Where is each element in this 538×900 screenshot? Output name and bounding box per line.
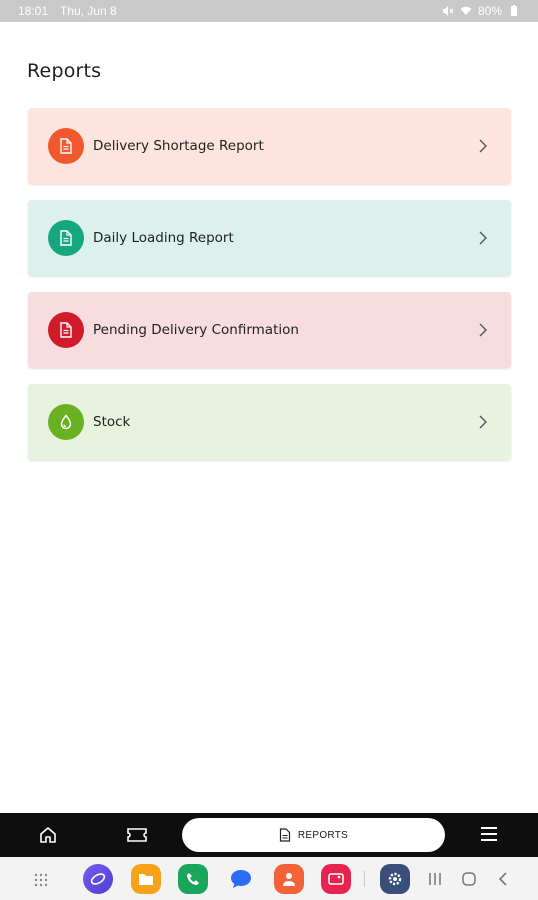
menu-icon[interactable]	[480, 826, 498, 842]
report-list: Delivery Shortage Report Daily Loading R…	[28, 108, 511, 476]
report-card-delivery-shortage[interactable]: Delivery Shortage Report	[28, 108, 511, 184]
report-label: Delivery Shortage Report	[93, 138, 264, 154]
document-icon	[60, 230, 72, 246]
status-date: Thu, Jun 8	[60, 4, 117, 18]
messages-icon[interactable]	[226, 864, 256, 894]
chevron-right-icon	[479, 139, 487, 153]
ticket-icon[interactable]	[126, 826, 148, 844]
report-badge	[48, 404, 84, 440]
recents-icon[interactable]	[428, 872, 442, 886]
settings-icon[interactable]	[380, 864, 410, 894]
files-icon[interactable]	[131, 864, 161, 894]
contacts-icon[interactable]	[274, 864, 304, 894]
wifi-icon	[460, 6, 472, 15]
chevron-right-icon	[479, 231, 487, 245]
chevron-right-icon	[479, 415, 487, 429]
phone-icon[interactable]	[178, 864, 208, 894]
chevron-right-icon	[479, 323, 487, 337]
report-card-stock[interactable]: Stock	[28, 384, 511, 460]
reports-icon	[279, 828, 290, 842]
report-badge	[48, 220, 84, 256]
battery-icon	[511, 5, 517, 16]
report-label: Stock	[93, 414, 131, 430]
tab-reports-label: REPORTS	[297, 829, 349, 841]
status-time: 18:01	[18, 4, 49, 18]
droplet-icon	[60, 414, 72, 430]
report-card-pending-delivery[interactable]: Pending Delivery Confirmation	[28, 292, 511, 368]
status-icons: 80%	[442, 4, 520, 18]
bottom-nav: REPORTS	[0, 813, 538, 857]
screen: 18:01 Thu, Jun 8 80% Reports Delivery Sh…	[0, 0, 538, 900]
back-icon[interactable]	[497, 871, 509, 887]
battery-percent: 80%	[477, 4, 502, 18]
dock-divider	[364, 871, 365, 887]
report-card-daily-loading[interactable]: Daily Loading Report	[28, 200, 511, 276]
apps-grid-icon[interactable]	[34, 873, 48, 887]
report-label: Pending Delivery Confirmation	[93, 322, 299, 338]
internet-icon[interactable]	[83, 864, 113, 894]
page-title: Reports	[27, 60, 102, 82]
android-dock	[0, 857, 538, 900]
home-icon[interactable]	[38, 825, 58, 845]
report-badge	[48, 312, 84, 348]
report-badge	[48, 128, 84, 164]
home-circle-icon[interactable]	[461, 871, 477, 887]
report-label: Daily Loading Report	[93, 230, 234, 246]
mute-icon	[442, 6, 454, 16]
tab-reports[interactable]: REPORTS	[182, 818, 445, 852]
document-icon	[60, 138, 72, 154]
status-bar: 18:01 Thu, Jun 8 80%	[0, 0, 538, 22]
gallery-icon[interactable]	[321, 864, 351, 894]
document-icon	[60, 322, 72, 338]
